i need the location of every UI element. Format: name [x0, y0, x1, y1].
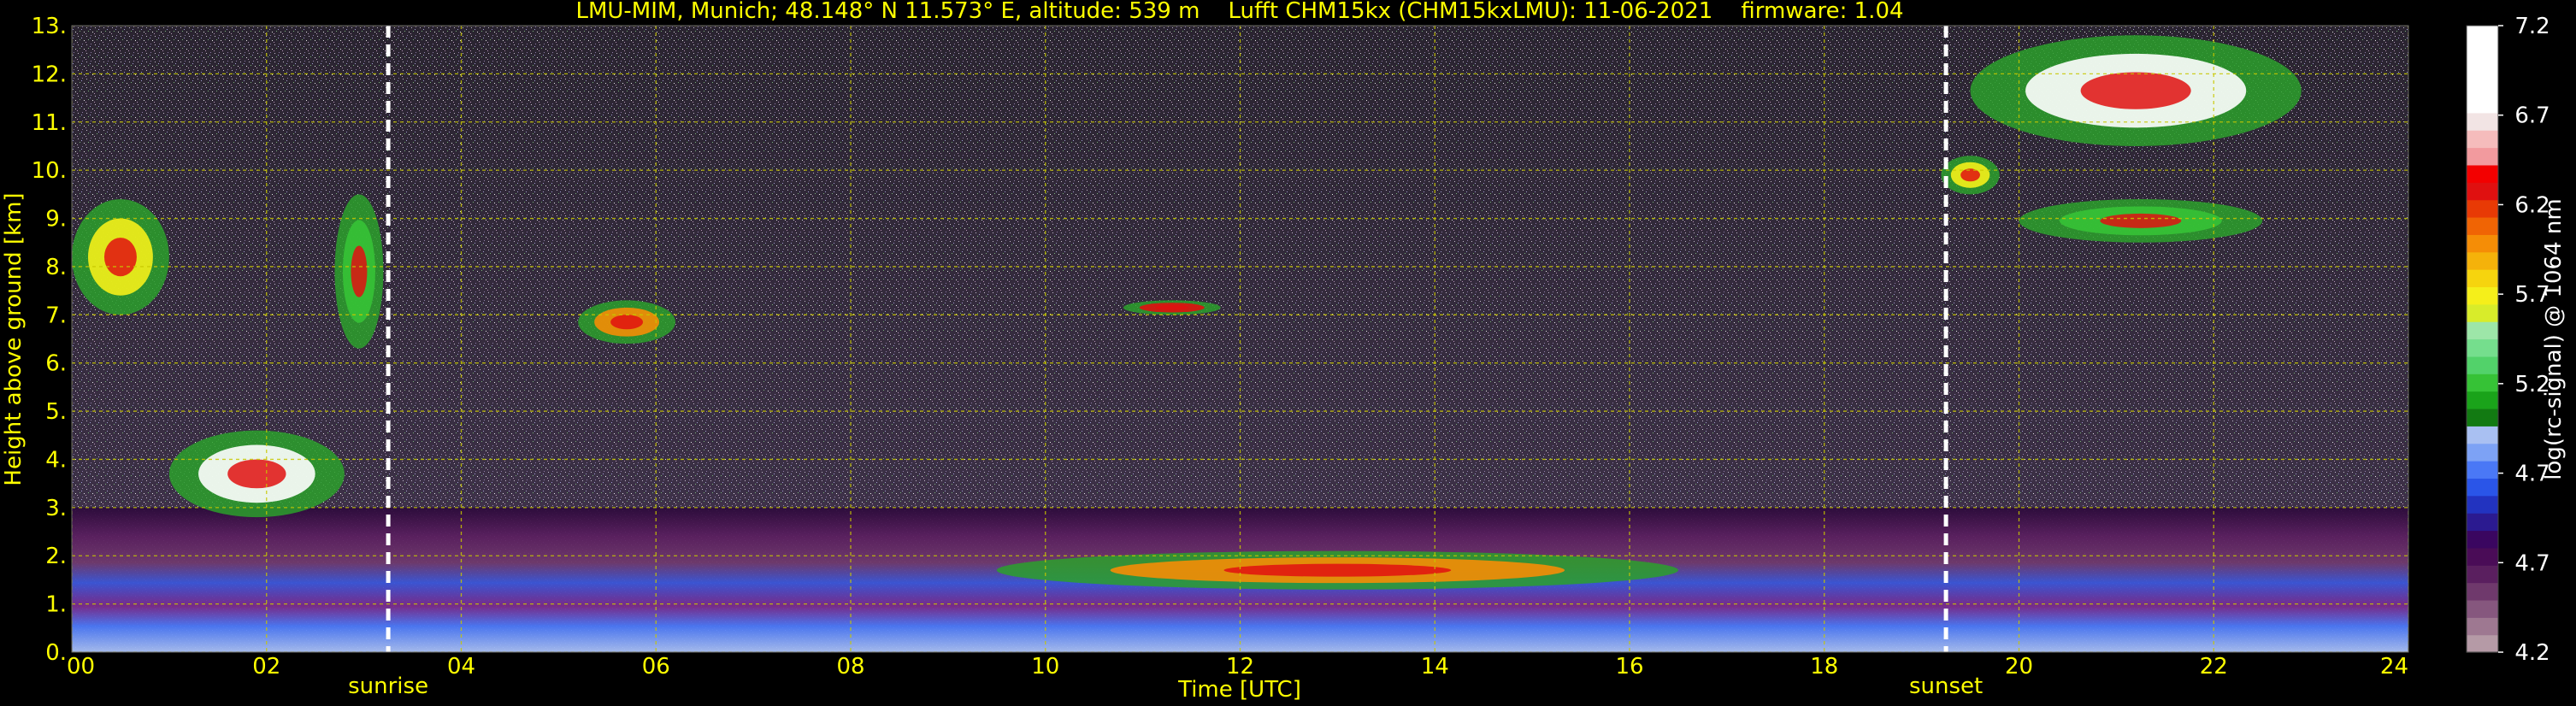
- colorbar-swatch-11: [2467, 443, 2498, 462]
- x-tick-12: 12: [1226, 654, 1254, 680]
- colorbar-swatch-27: [2467, 164, 2498, 183]
- plot-area: [72, 26, 2408, 652]
- y-tick-10: 10.: [32, 158, 67, 184]
- x-tick-00: 00: [67, 654, 95, 680]
- cloud-1: [72, 198, 169, 315]
- colorbar-swatch-1: [2467, 617, 2498, 636]
- cloud-center: [351, 245, 368, 297]
- y-tick-7: 7.: [45, 303, 67, 328]
- colorbar-swatch-33: [2467, 60, 2498, 79]
- colorbar-swatch-5: [2467, 547, 2498, 566]
- colorbar-swatch-32: [2467, 78, 2498, 97]
- y-tick-2: 2.: [45, 544, 67, 569]
- y-tick-4: 4.: [45, 447, 67, 473]
- colorbar-swatch-23: [2467, 234, 2498, 253]
- colorbar-tick-0: 4.2: [2514, 640, 2549, 666]
- x-tick-18: 18: [1810, 654, 1838, 680]
- colorbar-swatch-10: [2467, 461, 2498, 479]
- colorbar-swatch-0: [2467, 634, 2498, 653]
- cloud-6: [1941, 156, 2000, 195]
- colorbar-tick-1: 4.7: [2514, 550, 2549, 576]
- cloud-2: [334, 194, 384, 349]
- cloud-5: [1123, 300, 1221, 315]
- colorbar-swatch-16: [2467, 356, 2498, 374]
- colorbar-swatch-9: [2467, 478, 2498, 497]
- colorbar-swatch-24: [2467, 216, 2498, 235]
- cloud-center: [2080, 72, 2191, 109]
- colorbar-swatch-30: [2467, 112, 2498, 131]
- colorbar-swatch-7: [2467, 513, 2498, 532]
- sun-labels: sunrise sunset: [348, 674, 1983, 699]
- cloud-center: [103, 238, 137, 277]
- y-tick-13: 13.: [32, 14, 67, 39]
- chart-title: LMU-MIM, Munich; 48.148° N 11.573° E, al…: [575, 0, 1903, 24]
- cloud-9: [996, 550, 1678, 590]
- colorbar-swatch-28: [2467, 147, 2498, 166]
- y-tick-3: 3.: [45, 496, 67, 521]
- colorbar-swatch-8: [2467, 495, 2498, 514]
- y-tick-6: 6.: [45, 351, 67, 377]
- colorbar-swatch-21: [2467, 269, 2498, 288]
- cloud-center: [1960, 168, 1980, 182]
- colorbar-tick-6: 6.7: [2514, 103, 2549, 129]
- y-tick-1: 1.: [45, 592, 67, 618]
- colorbar: 4.24.74.75.25.76.26.77.2 log(rc-signal) …: [2466, 14, 2567, 666]
- y-tick-labels: 0. 1. 2. 3. 4. 5. 6. 7. 8. 9. 10. 11. 12. 13.: [32, 14, 67, 666]
- y-tick-9: 9.: [45, 207, 67, 232]
- colorbar-swatch-13: [2467, 408, 2498, 427]
- x-tick-16: 16: [1615, 654, 1643, 680]
- colorbar-swatch-4: [2467, 565, 2498, 584]
- colorbar-swatch-19: [2467, 303, 2498, 322]
- x-tick-20: 20: [2005, 654, 2033, 680]
- y-axis-label: Height above ground [km]: [1, 192, 27, 485]
- x-tick-14: 14: [1421, 654, 1449, 680]
- x-axis-label: Time [UTC]: [1177, 677, 1301, 703]
- x-tick-22: 22: [2200, 654, 2228, 680]
- colorbar-label: log(rc-signal) @ 1064 nm: [2541, 198, 2567, 479]
- cloud-center: [610, 315, 644, 330]
- cloud-4: [578, 300, 676, 344]
- y-tick-11: 11.: [32, 110, 67, 136]
- colorbar-swatches: [2467, 26, 2498, 653]
- ceilometer-chart: 00 02 04 06 08 10 12 14 16 18 20 22 24 0. 1. 2. 3. 4. 5. 6…: [1, 0, 2567, 703]
- y-tick-5: 5.: [45, 399, 67, 425]
- cloud-center: [227, 459, 286, 489]
- x-tick-04: 04: [447, 654, 475, 680]
- sunrise-label: sunrise: [348, 674, 428, 699]
- colorbar-swatch-12: [2467, 426, 2498, 444]
- colorbar-swatch-14: [2467, 391, 2498, 409]
- cloud-3: [168, 430, 345, 518]
- colorbar-swatch-2: [2467, 599, 2498, 618]
- colorbar-swatch-26: [2467, 182, 2498, 201]
- y-tick-8: 8.: [45, 255, 67, 280]
- cloud-center: [2100, 213, 2182, 228]
- colorbar-swatch-15: [2467, 374, 2498, 392]
- x-tick-02: 02: [252, 654, 280, 680]
- colorbar-swatch-20: [2467, 286, 2498, 305]
- x-tick-24: 24: [2380, 654, 2408, 680]
- y-tick-12: 12.: [32, 62, 67, 87]
- colorbar-swatch-3: [2467, 582, 2498, 601]
- colorbar-swatch-18: [2467, 321, 2498, 340]
- cloud-7: [2019, 198, 2263, 243]
- x-tick-10: 10: [1031, 654, 1059, 680]
- colorbar-tick-7: 7.2: [2514, 14, 2549, 39]
- cloud-center: [1223, 563, 1452, 577]
- sunset-label: sunset: [1909, 674, 1983, 699]
- colorbar-swatch-22: [2467, 251, 2498, 270]
- colorbar-swatch-35: [2467, 26, 2498, 44]
- cloud-center: [1155, 305, 1188, 310]
- colorbar-swatch-34: [2467, 43, 2498, 62]
- cloud-8: [1970, 35, 2302, 146]
- colorbar-swatch-25: [2467, 199, 2498, 218]
- colorbar-swatch-17: [2467, 338, 2498, 357]
- colorbar-swatch-31: [2467, 95, 2498, 114]
- y-tick-0: 0.: [45, 640, 67, 666]
- x-tick-08: 08: [836, 654, 864, 680]
- colorbar-swatch-6: [2467, 530, 2498, 549]
- colorbar-swatch-29: [2467, 130, 2498, 149]
- x-tick-06: 06: [642, 654, 670, 680]
